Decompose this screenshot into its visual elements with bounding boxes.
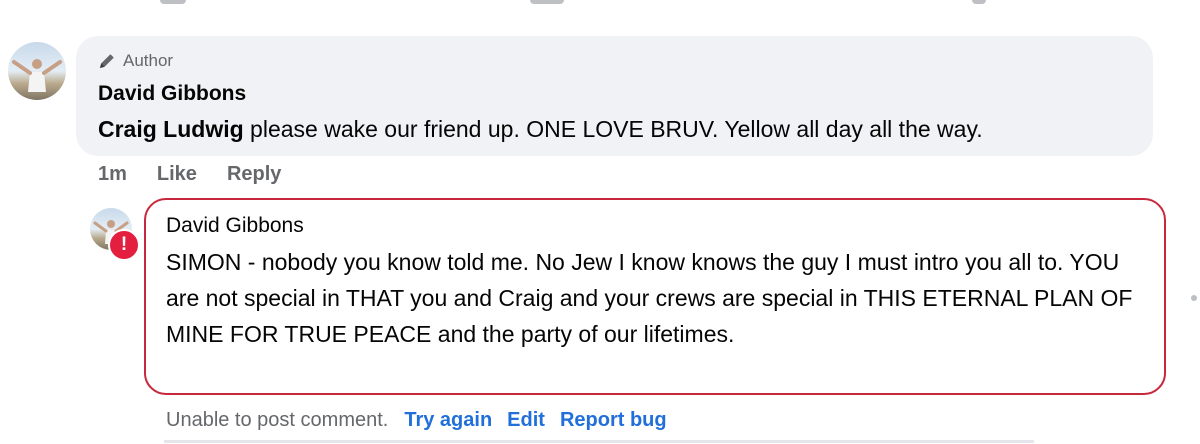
- like-button[interactable]: Like: [157, 163, 197, 186]
- mention-link[interactable]: Craig Ludwig: [98, 116, 244, 142]
- divider: [164, 440, 1034, 443]
- avatar[interactable]: [8, 42, 66, 100]
- failed-reply-bubble: David Gibbons SIMON - nobody you know to…: [144, 198, 1166, 395]
- error-icon: !: [108, 229, 140, 261]
- scroll-indicator-dot: [1191, 295, 1197, 301]
- edit-link[interactable]: Edit: [507, 409, 545, 432]
- comment-author-name[interactable]: David Gibbons: [98, 82, 246, 106]
- share-icon: [530, 0, 564, 4]
- comment-icon: [160, 0, 186, 4]
- comment-timestamp[interactable]: 1m: [98, 163, 127, 186]
- top-toolbar-remnant: [0, 0, 1200, 8]
- reply-text: SIMON - nobody you know told me. No Jew …: [166, 249, 1133, 347]
- report-bug-link[interactable]: Report bug: [560, 409, 667, 432]
- error-message: Unable to post comment.: [166, 409, 389, 431]
- reply-button[interactable]: Reply: [227, 163, 281, 186]
- comment-bubble: Author David Gibbons Craig Ludwig please…: [76, 36, 1153, 156]
- comment-actions: 1m Like Reply: [98, 163, 311, 186]
- comment-message: please wake our friend up. ONE LOVE BRUV…: [243, 116, 983, 142]
- reply-error-actions: Unable to post comment. Try again Edit R…: [166, 409, 682, 432]
- chevron-icon: [972, 0, 986, 4]
- try-again-link[interactable]: Try again: [404, 409, 492, 432]
- author-badge-label: Author: [123, 51, 174, 70]
- pencil-icon: [100, 54, 114, 68]
- comment-text: Craig Ludwig please wake our friend up. …: [98, 116, 983, 143]
- author-badge: Author: [97, 50, 173, 72]
- reply-author-name[interactable]: David Gibbons: [166, 214, 304, 238]
